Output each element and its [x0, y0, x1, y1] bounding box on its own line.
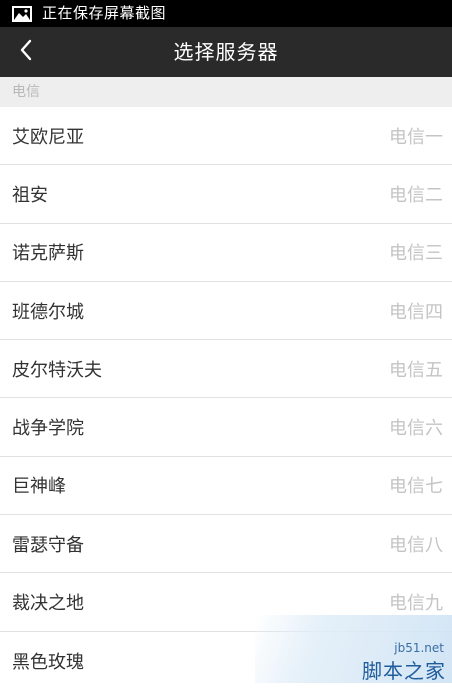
- server-list: 艾欧尼亚 电信一 祖安 电信二 诺克萨斯 电信三 班德尔城 电信四 皮尔特沃夫 …: [0, 107, 452, 690]
- server-isp: 电信三: [389, 243, 443, 265]
- server-isp: 电信四: [389, 301, 443, 323]
- server-isp: 电信六: [389, 418, 443, 440]
- server-row[interactable]: 巨神峰 电信七: [0, 456, 452, 516]
- title-bar: 选择服务器: [0, 27, 452, 77]
- server-row[interactable]: 裁决之地 电信九: [0, 573, 452, 632]
- server-row[interactable]: 雷瑟守备 电信八: [0, 515, 452, 574]
- server-name: 皮尔特沃夫: [12, 359, 102, 381]
- server-name: 祖安: [12, 184, 48, 206]
- server-isp: 电信一: [389, 126, 443, 148]
- status-bar: 正在保存屏幕截图: [0, 0, 452, 27]
- server-name: 艾欧尼亚: [12, 126, 84, 148]
- server-name: 诺克萨斯: [12, 243, 84, 265]
- server-isp: 电信七: [389, 476, 443, 498]
- image-icon: [12, 5, 32, 22]
- server-isp: 电信八: [389, 534, 443, 556]
- server-row[interactable]: 皮尔特沃夫 电信五: [0, 340, 452, 399]
- server-name: 黑色玫瑰: [12, 651, 84, 673]
- server-name: 巨神峰: [12, 476, 66, 498]
- status-text: 正在保存屏幕截图: [42, 4, 167, 22]
- server-isp: 电信九: [389, 593, 443, 615]
- server-row[interactable]: 艾欧尼亚 电信一: [0, 107, 452, 166]
- server-row[interactable]: 诺克萨斯 电信三: [0, 223, 452, 282]
- server-isp: 电信二: [389, 184, 443, 206]
- server-row[interactable]: 黑色玫瑰: [0, 631, 452, 690]
- server-row[interactable]: 战争学院 电信六: [0, 398, 452, 457]
- server-row[interactable]: 祖安 电信二: [0, 165, 452, 224]
- server-name: 裁决之地: [12, 593, 84, 615]
- section-header: 电信: [0, 77, 452, 107]
- server-name: 班德尔城: [12, 301, 84, 323]
- server-name: 雷瑟守备: [12, 534, 84, 556]
- server-name: 战争学院: [12, 418, 84, 440]
- page-title: 选择服务器: [173, 40, 279, 64]
- server-isp: 电信五: [389, 359, 443, 381]
- server-row[interactable]: 班德尔城 电信四: [0, 281, 452, 341]
